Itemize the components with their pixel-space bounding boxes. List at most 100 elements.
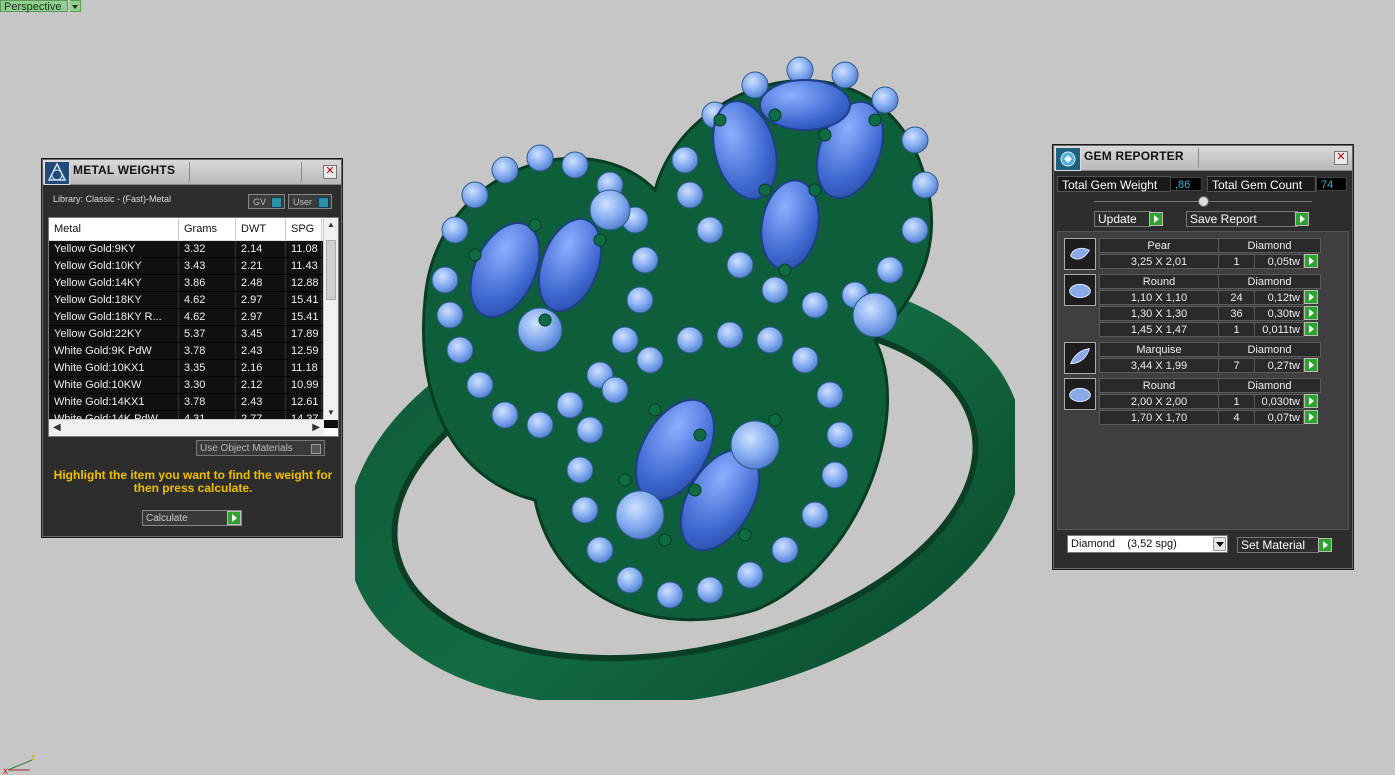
total-gem-weight-label: Total Gem Weight [1057,176,1171,192]
save-report-go-icon[interactable] [1295,212,1309,226]
gem-material: Diamond [1218,238,1321,253]
gem-weight: 0,07tw [1254,410,1304,425]
metal-weights-titlebar[interactable]: METAL WEIGHTS ✕ [43,160,341,185]
scroll-up-icon[interactable]: ▲ [326,220,336,230]
total-gem-weight-value: ,86 [1170,177,1202,191]
select-gem-go-icon[interactable] [1304,254,1318,268]
pear-gem-icon[interactable] [1064,238,1096,270]
update-label: Update [1098,212,1137,226]
select-gem-go-icon[interactable] [1304,306,1318,320]
table-row[interactable]: Yellow Gold:10KY 3.43 2.21 11.43 [49,258,338,275]
gem-reporter-close-icon[interactable]: ✕ [1334,151,1348,165]
viewport-label-text[interactable]: Perspective [0,0,69,13]
gem-reporter-title: GEM REPORTER [1084,149,1184,163]
cell-spg: 11.08 [286,241,322,257]
user-toggle-label: User [293,197,313,207]
cell-grams: 3.30 [179,377,236,393]
collapse-knob-icon[interactable] [1198,196,1209,207]
update-button[interactable]: Update [1094,211,1151,227]
round-gem-icon[interactable] [1064,378,1096,410]
table-row[interactable]: White Gold:10KX1 3.35 2.16 11.18 [49,360,338,377]
select-gem-go-icon[interactable] [1304,358,1318,372]
user-toggle[interactable]: User [288,194,332,209]
gv-toggle-knob-icon [271,197,282,208]
gem-weight: 0,12tw [1254,290,1304,305]
gem-shape: Round [1099,378,1219,393]
gem-weight: 0,030tw [1254,394,1304,409]
set-material-button[interactable]: Set Material [1237,537,1319,553]
gem-shape: Round [1099,274,1219,289]
gem-size: 3,44 X 1,99 [1099,358,1219,373]
gv-toggle[interactable]: GV [248,194,285,209]
gem-qty: 24 [1218,290,1255,305]
col-dwt[interactable]: DWT [236,218,286,240]
gem-size: 2,00 X 2,00 [1099,394,1219,409]
select-gem-go-icon[interactable] [1304,290,1318,304]
cell-spg: 11.18 [286,360,322,376]
gem-qty: 4 [1218,410,1255,425]
cell-metal: White Gold:10KW [49,377,179,393]
cell-metal: Yellow Gold:14KY [49,275,179,291]
ring-3d-model[interactable] [355,40,1015,700]
use-object-materials-checkbox[interactable]: Use Object Materials [196,440,325,456]
cell-metal: White Gold:14KX1 [49,394,179,410]
gem-weight: 0,05tw [1254,254,1304,269]
col-spg[interactable]: SPG [286,218,322,240]
gem-qty: 1 [1218,254,1255,269]
scroll-right-icon[interactable]: ▶ [312,422,320,433]
checkbox-icon[interactable] [311,444,321,454]
viewport-menu-arrow-icon[interactable] [70,0,82,12]
cell-grams: 5.37 [179,326,236,342]
table-row[interactable]: Yellow Gold:14KY 3.86 2.48 12.88 [49,275,338,292]
user-toggle-knob-icon [318,197,329,208]
gem-reporter-titlebar[interactable]: GEM REPORTER ✕ [1054,146,1352,171]
cell-spg: 17.89 [286,326,322,342]
cell-dwt: 3.45 [236,326,286,342]
gem-material: Diamond [1218,274,1321,289]
viewport-label[interactable]: Perspective [0,0,82,13]
cell-metal: Yellow Gold:10KY [49,258,179,274]
cell-dwt: 2.12 [236,377,286,393]
round-gem-icon[interactable] [1064,274,1096,306]
cell-spg: 10.99 [286,377,322,393]
table-row[interactable]: Yellow Gold:18KY 4.62 2.97 15.41 [49,292,338,309]
gem-list[interactable]: Pear Diamond 3,25 X 2,01 1 0,05tw Round … [1057,231,1349,530]
select-gem-go-icon[interactable] [1304,410,1318,424]
gem-material: Diamond [1218,342,1321,357]
cell-dwt: 2.48 [236,275,286,291]
scroll-left-icon[interactable]: ◀ [53,422,61,433]
total-gem-count-value: 74 [1316,177,1347,191]
vscroll-thumb[interactable] [326,240,336,300]
save-report-label: Save Report [1190,212,1257,226]
scroll-down-icon[interactable]: ▼ [326,408,336,418]
col-metal[interactable]: Metal [49,218,179,240]
table-row[interactable]: Yellow Gold:18KY R... 4.62 2.97 15.41 [49,309,338,326]
metal-table[interactable]: Metal Grams DWT SPG Yellow Gold:9KY 3.32 2… [48,217,339,437]
select-gem-go-icon[interactable] [1304,394,1318,408]
gem-reporter-panel[interactable]: GEM REPORTER ✕ Total Gem Weight ,86 Tota… [1053,145,1353,569]
table-row[interactable]: White Gold:10KW 3.30 2.12 10.99 [49,377,338,394]
marquise-gem-icon[interactable] [1064,342,1096,374]
metal-table-hscrollbar[interactable]: ◀ ▶ [49,419,324,436]
axis-x-label: x [3,766,8,775]
metal-table-vscrollbar[interactable]: ▲ ▼ [323,218,338,420]
select-gem-go-icon[interactable] [1304,322,1318,336]
update-go-icon[interactable] [1149,212,1163,226]
col-grams[interactable]: Grams [179,218,236,240]
metal-weights-close-icon[interactable]: ✕ [323,165,337,179]
cell-dwt: 2.43 [236,394,286,410]
cell-grams: 3.32 [179,241,236,257]
table-row[interactable]: Yellow Gold:9KY 3.32 2.14 11.08 [49,241,338,258]
axis-gizmo-icon: x z [3,752,36,775]
material-select[interactable]: Diamond (3,52 spg) [1067,535,1228,553]
save-report-button[interactable]: Save Report [1186,211,1298,227]
chevron-down-icon[interactable] [1213,537,1226,551]
set-material-go-icon[interactable] [1318,538,1332,552]
table-row[interactable]: Yellow Gold:22KY 5.37 3.45 17.89 [49,326,338,343]
table-row[interactable]: White Gold:14KX1 3.78 2.43 12.61 [49,394,338,411]
gem-qty: 36 [1218,306,1255,321]
table-row[interactable]: White Gold:9K PdW 3.78 2.43 12.59 [49,343,338,360]
metal-weights-panel[interactable]: METAL WEIGHTS ✕ Library: Classic - (Fast… [42,159,342,537]
gem-qty: 1 [1218,394,1255,409]
calculate-go-icon[interactable] [227,511,241,525]
